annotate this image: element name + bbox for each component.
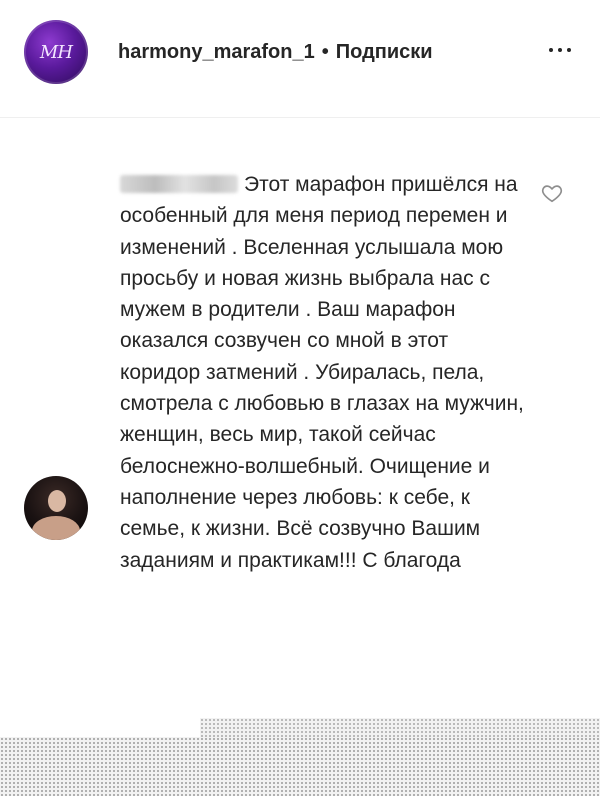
post-header: MH harmony_marafon_1 • Подписки	[0, 0, 600, 118]
more-options-button[interactable]	[540, 38, 580, 62]
pixelated-overlay	[0, 737, 600, 796]
more-dot-2	[558, 48, 562, 52]
more-dot-3	[567, 48, 571, 52]
more-options-icon	[549, 48, 553, 52]
avatar-face	[48, 490, 66, 512]
avatar-shoulders	[32, 516, 80, 540]
header-line: harmony_marafon_1 • Подписки	[118, 41, 433, 64]
comment-text: Этот марафон пришёлся на особенный для м…	[120, 173, 524, 572]
avatar-monogram: MH	[39, 41, 73, 63]
comment-body: Этот марафон пришёлся на особенный для м…	[120, 169, 530, 576]
separator-dot: •	[321, 41, 329, 63]
follow-status-button[interactable]: Подписки	[336, 41, 433, 63]
blurred-username	[120, 175, 238, 193]
profile-avatar[interactable]: MH	[24, 20, 88, 84]
commenter-avatar[interactable]	[24, 476, 88, 540]
heart-outline-icon[interactable]	[541, 182, 563, 204]
username-link[interactable]: harmony_marafon_1	[118, 41, 315, 63]
pixelated-overlay-top	[200, 718, 600, 738]
